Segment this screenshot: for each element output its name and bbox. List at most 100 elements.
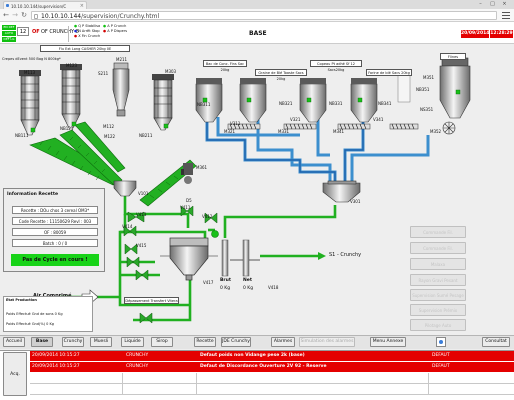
recipe-code: Code Recette : 11150629 Revl : 003 bbox=[12, 217, 98, 225]
supervision-premix-button[interactable]: Supervision Prémix bbox=[410, 304, 466, 316]
nav-alarmes-button[interactable]: Alarmes bbox=[271, 337, 295, 347]
nav-menu-annexe-button[interactable]: Menu Annexe bbox=[370, 337, 406, 347]
page-icon bbox=[34, 14, 38, 19]
menu-icon[interactable] bbox=[502, 12, 510, 19]
page-favicon-icon bbox=[6, 4, 9, 7]
of-label: OF bbox=[32, 29, 40, 35]
tag: V415 bbox=[136, 243, 147, 248]
alarm-ack-button[interactable]: Acq. bbox=[3, 352, 27, 396]
alarm-message: Defaut de Discordance Ouverture 2V 92 - … bbox=[200, 364, 327, 369]
tank-label-2: Graine de Blé Toaste Sacs 20kg bbox=[255, 69, 307, 81]
tag: V311 bbox=[230, 121, 241, 126]
tag: NB351 bbox=[416, 87, 430, 92]
nav-liquide-button[interactable]: Liquide bbox=[121, 337, 144, 347]
tag: M211 bbox=[116, 57, 128, 62]
pilotage-auto-button[interactable]: Pilotage Auto bbox=[410, 319, 466, 331]
output-label: S1 - Crunchy bbox=[329, 252, 362, 258]
browser-tab[interactable]: 10.10.10.144/supervision/C × bbox=[3, 1, 87, 9]
tag: M321 bbox=[224, 129, 236, 134]
alarm-source: CRUNCHY bbox=[126, 364, 149, 369]
malaxa-button[interactable]: Malaxa bbox=[410, 258, 466, 270]
gauge-net bbox=[242, 239, 250, 277]
alarm-date: 20/09/2014 10:15:27 bbox=[32, 353, 80, 358]
divider bbox=[68, 26, 69, 42]
nav-sirop-button[interactable]: Sirop bbox=[151, 337, 173, 347]
command-fil-button[interactable]: Commande Fil. bbox=[410, 226, 466, 238]
production-title: Etat Production bbox=[6, 298, 37, 302]
back-icon[interactable]: ← bbox=[2, 11, 10, 19]
nav-jde-crunchy-button[interactable]: JDE Crunchy bbox=[221, 337, 251, 347]
tank-label-3: Copeau Pt adhé Sf 12 Sacs20kg bbox=[310, 60, 362, 72]
page-title: BASE bbox=[249, 30, 267, 37]
supervision-pesage-button[interactable]: Supervision Sumé Pesage bbox=[410, 289, 466, 301]
tank-label-1: Bac de Conc. Fins Sac 20kg bbox=[203, 60, 247, 72]
recipe-info-title: Information Recette bbox=[7, 192, 59, 197]
time-display: 12:28:29 bbox=[490, 30, 513, 38]
alarm-message: Defaut poids non Vidange pese 2k (base) bbox=[200, 353, 305, 358]
gauge-brut bbox=[221, 239, 229, 277]
nav-simulation-alarmes-button[interactable]: Simulation des alarmes bbox=[299, 337, 355, 347]
url-field[interactable]: 10.10.10.144/supervision/Crunchy.html bbox=[31, 11, 497, 20]
minimize-icon[interactable]: – bbox=[476, 1, 485, 7]
close-window-icon[interactable]: × bbox=[500, 1, 509, 7]
silo-flines bbox=[439, 57, 471, 135]
alarm-type: DEFAUT bbox=[432, 353, 450, 358]
status-indicators: EN DEF AUTO MN DEF LG bbox=[2, 25, 16, 42]
command-fil-button[interactable]: Commande Fil. bbox=[410, 242, 466, 254]
level-indicator bbox=[211, 230, 219, 238]
tag: M341 bbox=[333, 129, 345, 134]
date-display: 20/09/2014 bbox=[461, 30, 490, 38]
tag: M112 bbox=[103, 124, 115, 129]
rayon-button[interactable]: Rayon Gravi Pesant bbox=[410, 274, 466, 286]
maximize-icon[interactable]: □ bbox=[488, 1, 497, 7]
tag: M351 bbox=[423, 75, 435, 80]
status-indicator: EN DEF bbox=[2, 25, 16, 30]
tank-label-4: Farine de blé Sacs 20kg bbox=[366, 69, 412, 76]
alarm-source: CRUNCHY bbox=[126, 353, 149, 358]
status-indicator: DEF LG bbox=[2, 37, 16, 42]
alarm-row[interactable]: 20/09/2014 10:15:27 CRUNCHY Defaut de Di… bbox=[30, 362, 514, 372]
tag: M361 bbox=[196, 165, 208, 170]
line-number: 12 bbox=[17, 27, 29, 36]
tag: NB211 bbox=[139, 133, 153, 138]
alarm-type: DEFAUT bbox=[432, 364, 450, 369]
banner-label: Flu Ext Long CASHER 20kg 0E bbox=[40, 45, 130, 52]
status-indicator: AUTO MN bbox=[2, 31, 16, 39]
cycle-status: Pas de Cycle en cours ! bbox=[11, 254, 99, 266]
forward-icon[interactable]: → bbox=[11, 11, 19, 19]
tag: M113 bbox=[24, 70, 36, 75]
tag: D5 bbox=[186, 198, 192, 203]
tag: M123 bbox=[66, 63, 78, 68]
alarm-row[interactable]: 20/09/2014 10:15:27 CRUNCHY Defaut poids… bbox=[30, 351, 514, 361]
left-bin-label: Crepes dEvent 500 Bag N 800kg* bbox=[2, 57, 61, 61]
tag: NB331 bbox=[329, 101, 343, 106]
tag: V414 bbox=[122, 224, 133, 229]
pipe-label[interactable]: Dépassement Transfert Vitera bbox=[124, 297, 179, 304]
nav-recette-button[interactable]: Recette bbox=[194, 337, 216, 347]
recipe-batch: Batch : 0 / 0 bbox=[12, 239, 98, 247]
recipe-info-panel: Information Recette Recette : DOu chos 3… bbox=[3, 188, 105, 272]
production-line: Poids Effectué Gnd de sons 0 Kg bbox=[6, 312, 63, 316]
net-label: Net bbox=[243, 278, 252, 283]
tag: V321 bbox=[290, 117, 301, 122]
tag: V417 bbox=[203, 280, 214, 285]
tag: NB321 bbox=[279, 101, 293, 106]
tag: V101 bbox=[138, 191, 149, 196]
tag: S211 bbox=[98, 71, 109, 76]
production-line: Poids Effectué Gnd(%) 0 Kg bbox=[6, 322, 54, 326]
tag: V418 bbox=[268, 285, 279, 290]
nav-base-button[interactable]: Base bbox=[31, 337, 53, 347]
mixer bbox=[160, 237, 218, 281]
nav-accueil-button[interactable]: Accueil bbox=[3, 337, 25, 347]
tag: M331 bbox=[278, 129, 290, 134]
settings-icon-dot bbox=[439, 340, 443, 344]
nav-muesli-button[interactable]: Muesli bbox=[90, 337, 112, 347]
nav-crunchy-button[interactable]: Crunchy bbox=[62, 337, 84, 347]
reload-icon[interactable]: ↻ bbox=[20, 11, 28, 19]
silo-tag[interactable]: Flines bbox=[440, 53, 466, 60]
big-bag-feeders bbox=[19, 64, 174, 136]
address-bar: ← → ↻ 10.10.10.144/supervision/Crunchy.h… bbox=[0, 9, 514, 22]
nav-consultat-button[interactable]: Consultat bbox=[482, 337, 510, 347]
recipe-name: Recette : DOu chos 3 cereal OM3* bbox=[12, 206, 98, 214]
tag: V341 bbox=[373, 117, 384, 122]
